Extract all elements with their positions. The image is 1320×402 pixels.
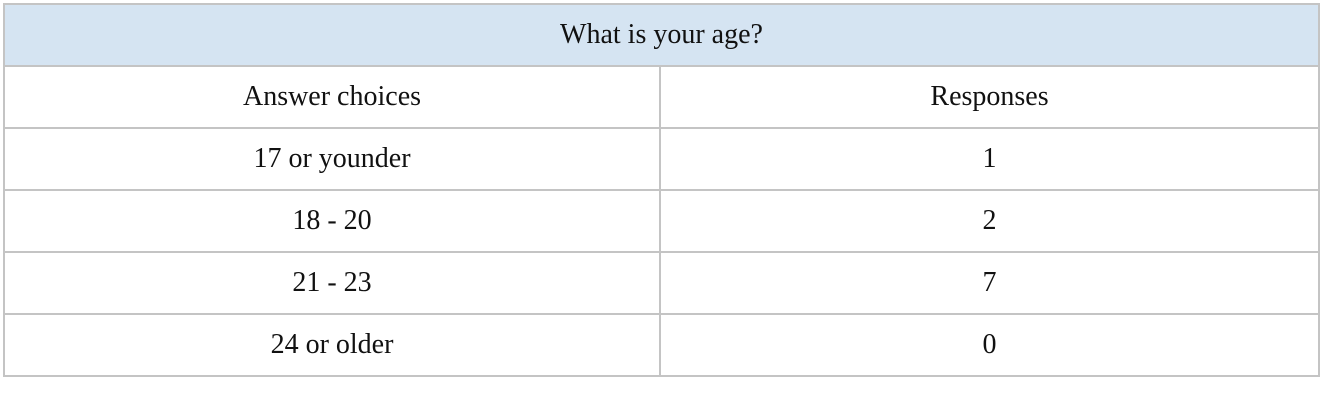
table-row: 17 or younder 1 xyxy=(3,127,1320,191)
response-count-cell: 7 xyxy=(658,251,1320,315)
column-header-responses: Responses xyxy=(658,65,1320,129)
survey-table-frame: What is your age? Answer choices Respons… xyxy=(2,3,1320,401)
header-row: Answer choices Responses xyxy=(3,65,1320,129)
response-count-cell: 2 xyxy=(658,189,1320,253)
question-title: What is your age? xyxy=(2,3,1320,67)
question-row: What is your age? xyxy=(2,3,1320,67)
answer-choice-cell: 21 - 23 xyxy=(3,251,661,315)
survey-table: What is your age? Answer choices Respons… xyxy=(2,3,1320,377)
answer-choice-cell: 18 - 20 xyxy=(3,189,661,253)
answer-choice-cell: 24 or older xyxy=(3,313,661,377)
table-row: 21 - 23 7 xyxy=(3,251,1320,315)
column-header-answer-choices: Answer choices xyxy=(3,65,661,129)
answer-choice-cell: 17 or younder xyxy=(3,127,661,191)
response-count-cell: 0 xyxy=(658,313,1320,377)
response-count-cell: 1 xyxy=(658,127,1320,191)
table-row: 24 or older 0 xyxy=(3,313,1320,377)
table-row: 18 - 20 2 xyxy=(3,189,1320,253)
